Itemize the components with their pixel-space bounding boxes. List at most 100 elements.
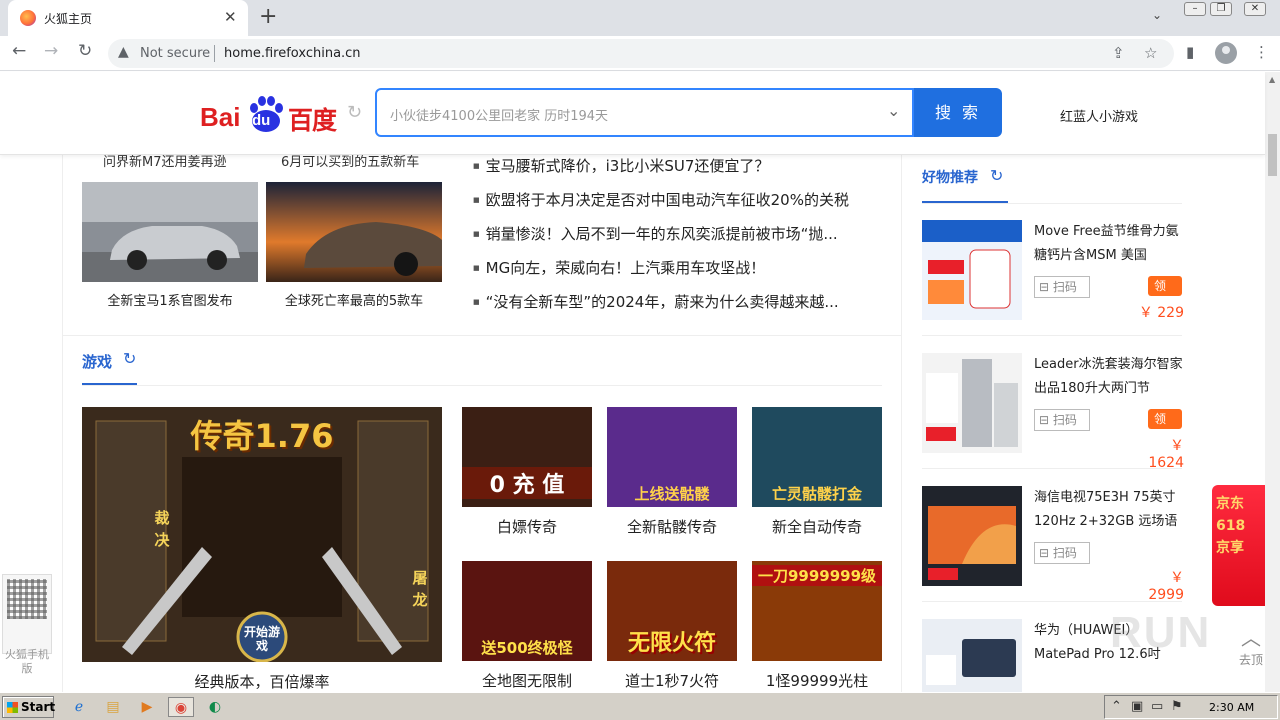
address-separator [214,45,215,62]
game-tile[interactable]: 无限火符 [607,561,737,661]
sidebar-title[interactable]: 好物推荐 [922,167,978,187]
back-icon[interactable]: ← [12,41,26,61]
restore-icon[interactable]: ❐ [1210,2,1232,16]
car-caption-1[interactable]: 全新宝马1系官图发布 [82,290,258,309]
game-tile-caption[interactable]: 全新骷髅传奇 [607,516,737,537]
games-refresh-icon[interactable]: ↻ [123,349,136,368]
product-name[interactable]: 海信电视75E3H 75英寸 120Hz 2+32GB 远场语 [1034,486,1184,534]
game-tile[interactable]: 亡灵骷髅打金 [752,407,882,507]
minimize-icon[interactable]: – [1184,2,1206,16]
product-separator [922,601,1182,602]
header-game-link[interactable]: 红蓝人小游戏 [1060,106,1138,125]
not-secure-label[interactable]: Not secure [140,46,210,61]
news-item[interactable]: “没有全新车型”的2024年，蔚来为什么卖得越来越... [473,291,839,312]
ie-icon[interactable]: ℯ [68,697,90,717]
scan-button[interactable]: ⊟ 扫码 [1034,276,1090,298]
product-card[interactable]: 海信电视75E3H 75英寸 120Hz 2+32GB 远场语 ⊟ 扫码 ￥ 2… [922,486,1184,606]
back-to-top-button[interactable]: ︿ 去顶 [1236,622,1266,672]
start-button[interactable]: Start [2,696,55,718]
product-name[interactable]: Leader冰洗套装海尔智家出品180升大两门节 [1034,353,1184,401]
scroll-up-icon[interactable]: ▲ [1269,75,1275,84]
game-tile-caption[interactable]: 白嫖传奇 [462,516,592,537]
display-icon[interactable]: ▭ [1151,699,1163,714]
address-bar[interactable]: ▲ Not secure home.firefoxchina.cn ⇪ ☆ [108,39,1174,68]
sidebar-refresh-icon[interactable]: ↻ [990,166,1003,185]
side-panel-icon[interactable]: ▮ [1186,43,1194,61]
tab-search-chevron-icon[interactable]: ⌄ [1152,8,1162,22]
featured-game-caption[interactable]: 经典版本，百倍爆率 [82,671,442,692]
profile-avatar-icon[interactable] [1215,42,1237,64]
search-button[interactable]: 搜 索 [914,88,1002,137]
tab-close-icon[interactable]: ✕ [224,8,237,26]
product-image[interactable] [922,220,1022,320]
edge-icon[interactable]: ◐ [204,697,226,717]
scan-button[interactable]: ⊟ 扫码 [1034,409,1090,431]
product-image[interactable] [922,619,1022,692]
car-caption-cut-2[interactable]: 6月可以买到的五款新车 [281,155,419,170]
browser-tab[interactable]: 火狐主页 ✕ [8,0,248,36]
qr-label[interactable]: 火狐手机版 [4,648,50,676]
chrome-icon[interactable]: ◉ [168,697,194,717]
tray-expand-icon[interactable]: ⌃ [1111,699,1122,714]
news-item[interactable]: 欧盟将于本月决定是否对中国电动汽车征收20%的关税 [473,189,849,210]
jd-side-ad[interactable]: 京东618 京享 [1212,485,1265,606]
featured-start-button-art: 开始游戏 [243,625,280,653]
scrollbar-thumb[interactable] [1268,134,1277,176]
window-close-icon[interactable]: ✕ [1244,2,1266,16]
product-image[interactable] [922,486,1022,586]
game-tile[interactable]: 送500终极怪 [462,561,592,661]
share-icon[interactable]: ⇪ [1112,44,1125,62]
game-tile-caption[interactable]: 新全自动传奇 [752,516,882,537]
game-tile[interactable]: 上线送骷髅 [607,407,737,507]
flag-icon[interactable]: ⚑ [1171,699,1183,714]
product-separator [922,335,1182,336]
featured-title-art: 传奇1.76 [190,417,334,455]
news-item[interactable]: 宝马腰斩式降价，i3比小米SU7还便宜了？ [473,155,770,176]
baidu-logo[interactable]: Bai du 百度 [200,90,340,135]
engine-switch-icon[interactable]: ↻ [347,102,362,123]
qr-code-widget[interactable] [2,574,52,654]
search-dropdown-chevron-icon[interactable]: ⌄ [887,101,900,120]
featured-game-banner[interactable]: 传奇1.76 裁决 屠龙 开始游戏 [82,407,442,662]
scan-button[interactable]: ⊟ 扫码 [1034,542,1090,564]
network-icon[interactable]: ▣ [1131,699,1143,714]
product-image[interactable] [922,353,1022,453]
scan-label: 扫码 [1052,546,1077,560]
bookmark-star-icon[interactable]: ☆ [1144,44,1157,62]
game-tile-caption[interactable]: 1怪99999光柱 [752,670,882,691]
game-tile[interactable]: 0 充 值 [462,407,592,507]
url-text[interactable]: home.firefoxchina.cn [224,46,361,61]
news-item[interactable]: MG向左，荣威向右！上汽乘用车攻坚战！ [473,257,766,278]
product-name[interactable]: Move Free益节维骨力氨糖钙片含MSM 美国 [1034,220,1184,268]
car-thumbnail-sunset[interactable] [266,182,442,282]
search-input[interactable]: 小伙徒步4100公里回老家 历时194天 ⌄ [375,88,914,137]
folder-icon[interactable]: ▤ [102,697,124,717]
game-tile-caption[interactable]: 全地图无限制 [462,670,592,691]
coupon-badge[interactable]: 领券 [1148,409,1182,446]
game-tile-caption[interactable]: 道士1秒7火符 [607,670,737,691]
news-item[interactable]: 销量惨淡！入局不到一年的东风奕派提前被市场“抛... [473,223,838,244]
scan-label: 扫码 [1052,280,1077,294]
car-caption-cut-1[interactable]: 问界新M7还用姜再逊 [103,155,227,170]
vertical-scrollbar[interactable]: ▲ [1265,72,1280,692]
warning-icon[interactable]: ▲ [118,44,129,60]
tab-strip: 火狐主页 ✕ + ⌄ – ❐ ✕ [0,0,1280,36]
product-price: ￥ 2999 [1148,570,1184,603]
media-player-icon[interactable]: ▶ [136,697,158,717]
reload-icon[interactable]: ↻ [78,41,92,61]
qr-code-icon [7,579,47,619]
product-card[interactable]: Move Free益节维骨力氨糖钙片含MSM 美国 ⊟ 扫码 领券 ￥ 229 [922,220,1184,340]
forward-icon[interactable]: → [44,41,58,61]
baidu-logo-cn: 百度 [288,106,337,135]
games-section-title[interactable]: 游戏 [82,351,112,372]
coupon-badge[interactable]: 领券 [1148,276,1182,313]
product-separator [922,468,1182,469]
game-tile[interactable]: 一刀9999999级 [752,561,882,661]
product-card[interactable]: Leader冰洗套装海尔智家出品180升大两门节 ⊟ 扫码 领券 ￥ 1624 [922,353,1184,473]
windows-taskbar: Start ℯ ▤ ▶ ◉ ◐ ⌃ ▣ ▭ ⚑ 2:30 AM [0,692,1280,720]
taskbar-clock: 2:30 AM [1209,701,1255,714]
car-thumbnail-bmw[interactable] [82,182,258,282]
car-caption-2[interactable]: 全球死亡率最高的5款车 [266,290,442,309]
menu-kebab-icon[interactable]: ⋮ [1254,43,1269,61]
new-tab-icon[interactable]: + [259,4,277,29]
